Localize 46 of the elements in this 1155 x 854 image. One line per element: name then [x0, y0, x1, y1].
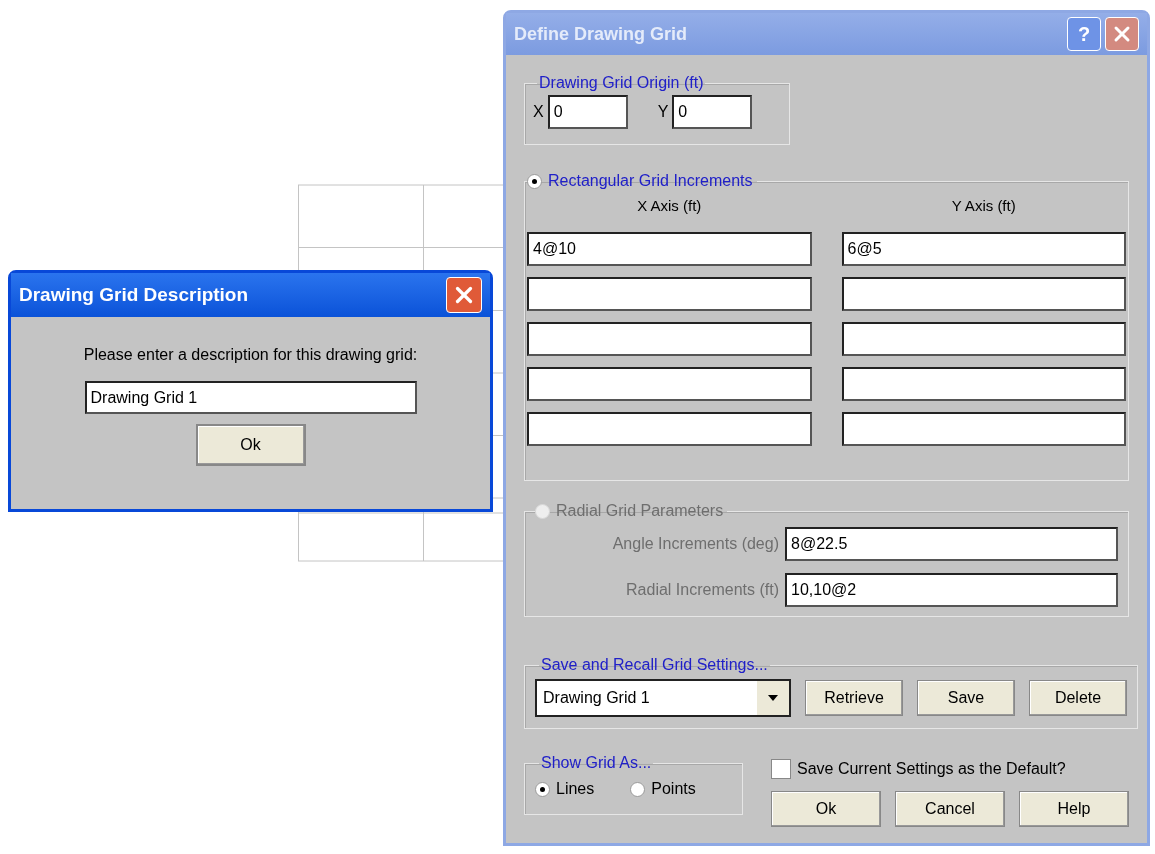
- y-axis-field[interactable]: [841, 366, 1126, 401]
- settings-dropdown[interactable]: Drawing Grid 1: [535, 679, 791, 717]
- column-header: Y Axis (ft): [950, 196, 1017, 216]
- window-title: Define Drawing Grid: [514, 22, 689, 46]
- dropdown-value: Drawing Grid 1: [542, 688, 651, 708]
- dialog-button[interactable]: Save: [917, 680, 1015, 716]
- dialog-button[interactable]: Retrieve: [805, 680, 903, 716]
- description-field[interactable]: Drawing Grid 1: [84, 381, 417, 414]
- column-header: X Axis (ft): [636, 196, 703, 216]
- dialog-button[interactable]: Cancel: [895, 791, 1005, 827]
- dialog-button[interactable]: Help: [1019, 791, 1129, 827]
- radio-button[interactable]: [535, 781, 550, 797]
- group-title: Save and Recall Grid Settings...: [540, 655, 769, 675]
- field-label: Radial Increments (ft): [625, 580, 779, 600]
- group-title: Drawing Grid Origin (ft): [538, 73, 705, 93]
- group-title: Show Grid As...: [540, 753, 653, 773]
- caret-icon[interactable]: [757, 681, 789, 715]
- y-axis-field[interactable]: [841, 276, 1126, 311]
- option-label: Rectangular Grid Increments: [548, 171, 753, 191]
- window-title: Drawing Grid Description: [19, 282, 250, 307]
- radio-button[interactable]: [630, 781, 646, 797]
- x-axis-field[interactable]: [527, 411, 812, 446]
- y-axis-field[interactable]: 6@5: [841, 231, 1126, 266]
- prompt-text: Please enter a description for this drawing grid:: [83, 345, 418, 365]
- dialog-button[interactable]: Delete: [1029, 680, 1127, 716]
- dialog-button[interactable]: Ok: [771, 791, 881, 827]
- option-label: Points: [651, 779, 696, 799]
- checkbox[interactable]: [771, 759, 791, 779]
- x-origin-field[interactable]: 0: [547, 95, 628, 129]
- close-button[interactable]: [1105, 17, 1139, 51]
- option-label: Lines: [556, 779, 595, 799]
- close-button[interactable]: [446, 277, 482, 313]
- field-label: Angle Increments (deg): [611, 534, 779, 554]
- field-label: X: [533, 102, 544, 122]
- checkbox-label: Save Current Settings as the Default?: [797, 759, 1066, 779]
- x-axis-field[interactable]: [527, 276, 812, 311]
- x-axis-field[interactable]: [527, 321, 812, 356]
- radio-button[interactable]: [527, 173, 542, 189]
- x-axis-field[interactable]: [527, 366, 812, 401]
- y-origin-field[interactable]: 0: [672, 95, 753, 129]
- option-label: Radial Grid Parameters: [556, 501, 724, 521]
- field-label: Y: [657, 102, 669, 122]
- dialog-button[interactable]: Ok: [195, 424, 306, 466]
- y-axis-field[interactable]: [841, 411, 1126, 446]
- y-axis-field[interactable]: [841, 321, 1126, 356]
- x-axis-field[interactable]: 4@10: [527, 231, 812, 266]
